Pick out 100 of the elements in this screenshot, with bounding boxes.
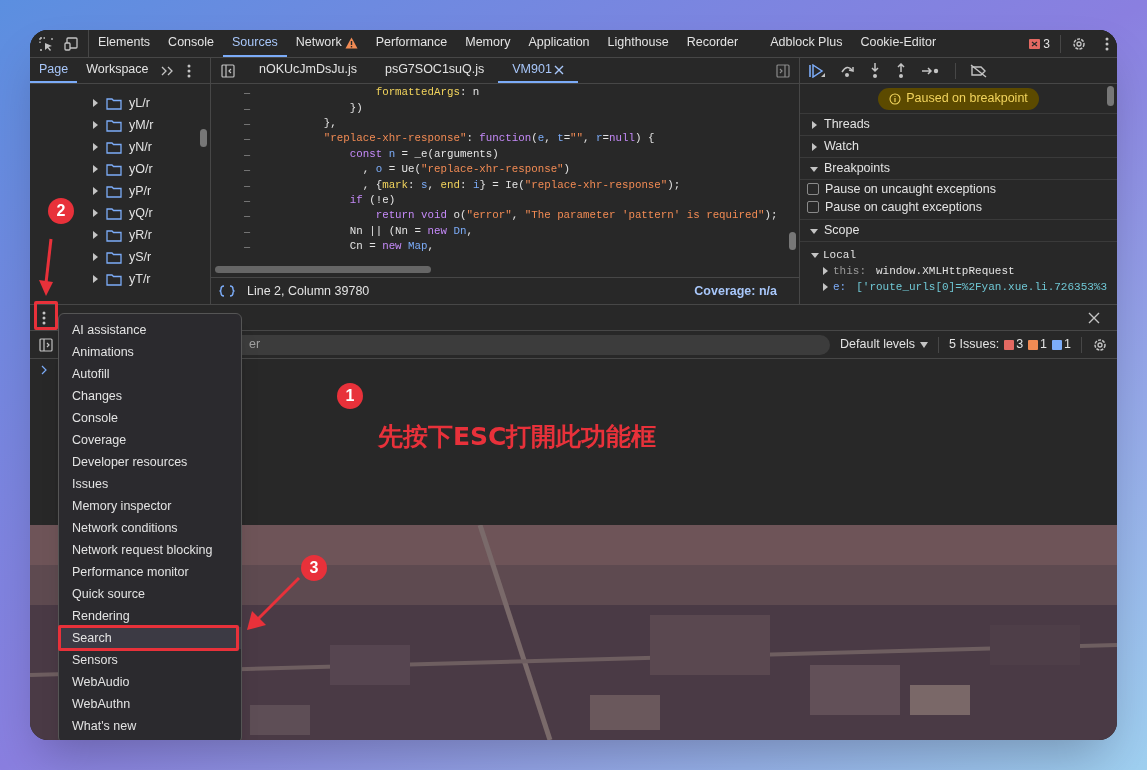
panel-tab[interactable]: Sources bbox=[223, 30, 287, 57]
resume-icon[interactable] bbox=[809, 63, 825, 78]
close-icon[interactable] bbox=[553, 64, 564, 75]
step-into-icon[interactable] bbox=[869, 62, 881, 79]
inspect-icon[interactable] bbox=[38, 35, 54, 52]
menu-item[interactable]: Developer resources bbox=[59, 451, 241, 473]
menu-item[interactable]: Console bbox=[59, 407, 241, 429]
issues-counter[interactable]: 5 Issues: 3 1 1 bbox=[949, 335, 1071, 354]
menu-item[interactable]: Coverage bbox=[59, 429, 241, 451]
expand-arrow-icon[interactable] bbox=[91, 121, 99, 129]
expand-arrow-icon[interactable] bbox=[91, 165, 99, 173]
checkbox[interactable] bbox=[807, 201, 819, 213]
menu-item[interactable]: Rendering bbox=[59, 605, 241, 627]
menu-item[interactable]: What's new bbox=[59, 715, 241, 737]
panel-tab[interactable]: Network bbox=[286, 30, 367, 57]
toggle-navigator-icon[interactable] bbox=[221, 63, 235, 78]
more-options-icon[interactable] bbox=[1105, 36, 1109, 51]
navigator-tab[interactable]: Workspace bbox=[77, 58, 158, 83]
more-tabs-icon[interactable] bbox=[160, 65, 175, 76]
expand-arrow-icon[interactable] bbox=[821, 267, 829, 275]
scrollbar-thumb[interactable] bbox=[789, 232, 796, 250]
code-line: const n = _e(arguments) bbox=[348, 148, 499, 160]
menu-item[interactable]: Quick source bbox=[59, 583, 241, 605]
folder-name[interactable]: yQ/r bbox=[129, 203, 153, 223]
device-toolbar-icon[interactable] bbox=[64, 36, 80, 51]
folder-icon bbox=[106, 250, 122, 264]
coverage-status: Coverage: n/a bbox=[694, 282, 777, 300]
panel-tab[interactable]: Cookie-Editor bbox=[851, 30, 946, 57]
panel-tab[interactable]: Adblock Plus bbox=[761, 30, 852, 57]
expand-arrow-icon[interactable] bbox=[821, 283, 829, 291]
panel-tab[interactable]: Memory bbox=[456, 30, 520, 57]
menu-item[interactable]: Memory inspector bbox=[59, 495, 241, 517]
folder-name[interactable]: yS/r bbox=[129, 247, 152, 267]
toggle-debugger-icon[interactable] bbox=[776, 63, 790, 78]
folder-name[interactable]: yP/r bbox=[129, 181, 152, 201]
settings-icon[interactable] bbox=[1092, 336, 1108, 353]
file-tab[interactable]: nOKUcJmDsJu.js bbox=[245, 58, 371, 83]
menu-item[interactable]: Changes bbox=[59, 385, 241, 407]
panel-tab[interactable]: Recorder bbox=[677, 30, 748, 57]
folder-icon bbox=[106, 184, 122, 198]
folder-name[interactable]: yT/r bbox=[129, 269, 151, 289]
checkbox[interactable] bbox=[807, 183, 819, 195]
prompt-icon bbox=[41, 365, 48, 375]
folder-name[interactable]: yO/r bbox=[129, 159, 153, 179]
pretty-print-icon[interactable] bbox=[219, 285, 235, 297]
menu-item[interactable]: Issues bbox=[59, 473, 241, 495]
line-marker: – bbox=[243, 194, 252, 206]
expand-arrow-icon[interactable] bbox=[810, 164, 818, 173]
expand-arrow-icon[interactable] bbox=[91, 253, 99, 261]
scrollbar-thumb[interactable] bbox=[215, 266, 431, 273]
line-marker: – bbox=[243, 133, 252, 145]
menu-item[interactable]: WebAudio bbox=[59, 671, 241, 693]
log-levels-dropdown[interactable]: Default levels bbox=[840, 335, 929, 354]
scrollbar-thumb[interactable] bbox=[1107, 86, 1114, 106]
code-line: if (!e) bbox=[348, 195, 396, 206]
folder-name[interactable]: yM/r bbox=[129, 115, 154, 135]
expand-arrow-icon[interactable] bbox=[91, 275, 99, 283]
arrow bbox=[247, 576, 301, 630]
error-counter[interactable]: 3 bbox=[1019, 34, 1061, 53]
file-tab[interactable]: psG7SOC1suQ.js bbox=[370, 58, 499, 83]
folder-name[interactable]: yN/r bbox=[129, 137, 152, 157]
panel-tab[interactable]: Application bbox=[519, 30, 599, 57]
expand-arrow-icon[interactable] bbox=[91, 99, 99, 107]
panel-tab[interactable]: Console bbox=[159, 30, 223, 57]
panel-tab[interactable]: Performance bbox=[366, 30, 457, 57]
expand-arrow-icon[interactable] bbox=[91, 231, 99, 239]
folder-name[interactable]: yR/r bbox=[129, 225, 152, 245]
deactivate-breakpoints-icon[interactable] bbox=[970, 63, 988, 78]
expand-arrow-icon[interactable] bbox=[810, 120, 818, 129]
navigator-tab[interactable]: Page bbox=[30, 58, 78, 83]
expand-arrow-icon[interactable] bbox=[810, 142, 818, 151]
menu-item[interactable]: Network conditions bbox=[59, 517, 241, 539]
expand-arrow-icon[interactable] bbox=[91, 209, 99, 217]
code-line: , {mark: s, end: i} = Ie("replace-xhr-response"); bbox=[361, 179, 681, 191]
step-icon[interactable] bbox=[921, 64, 941, 77]
menu-item[interactable]: Autofill bbox=[59, 363, 241, 385]
menu-item[interactable]: Performance monitor bbox=[59, 561, 241, 583]
expand-arrow-icon[interactable] bbox=[811, 251, 819, 259]
panel-tab[interactable]: Lighthouse bbox=[598, 30, 678, 57]
close-icon[interactable] bbox=[1088, 311, 1100, 324]
code-line: return void o("error", "The parameter 'pattern' is required"); bbox=[374, 210, 778, 222]
menu-item[interactable]: WebAuthn bbox=[59, 693, 241, 715]
settings-icon[interactable] bbox=[1071, 35, 1087, 52]
menu-item[interactable]: Network request blocking bbox=[59, 539, 241, 561]
line-marker: – bbox=[243, 210, 252, 222]
more-options-icon[interactable] bbox=[42, 310, 46, 325]
menu-item[interactable]: Sensors bbox=[59, 649, 241, 671]
panel-tab[interactable]: Elements bbox=[89, 30, 160, 57]
sidebar-toggle-icon[interactable] bbox=[39, 337, 53, 352]
file-tab[interactable]: VM901 bbox=[498, 58, 578, 83]
expand-arrow-icon[interactable] bbox=[91, 187, 99, 195]
code-line: }) bbox=[348, 102, 363, 114]
folder-name[interactable]: yL/r bbox=[129, 93, 150, 113]
expand-arrow-icon[interactable] bbox=[91, 143, 99, 151]
scrollbar-thumb[interactable] bbox=[200, 129, 207, 147]
more-options-icon[interactable] bbox=[186, 63, 191, 78]
folder-icon bbox=[106, 228, 122, 242]
expand-arrow-icon[interactable] bbox=[810, 226, 818, 235]
step-out-icon[interactable] bbox=[895, 62, 907, 79]
property-value: window.XMLHttpRequest bbox=[876, 263, 1015, 279]
